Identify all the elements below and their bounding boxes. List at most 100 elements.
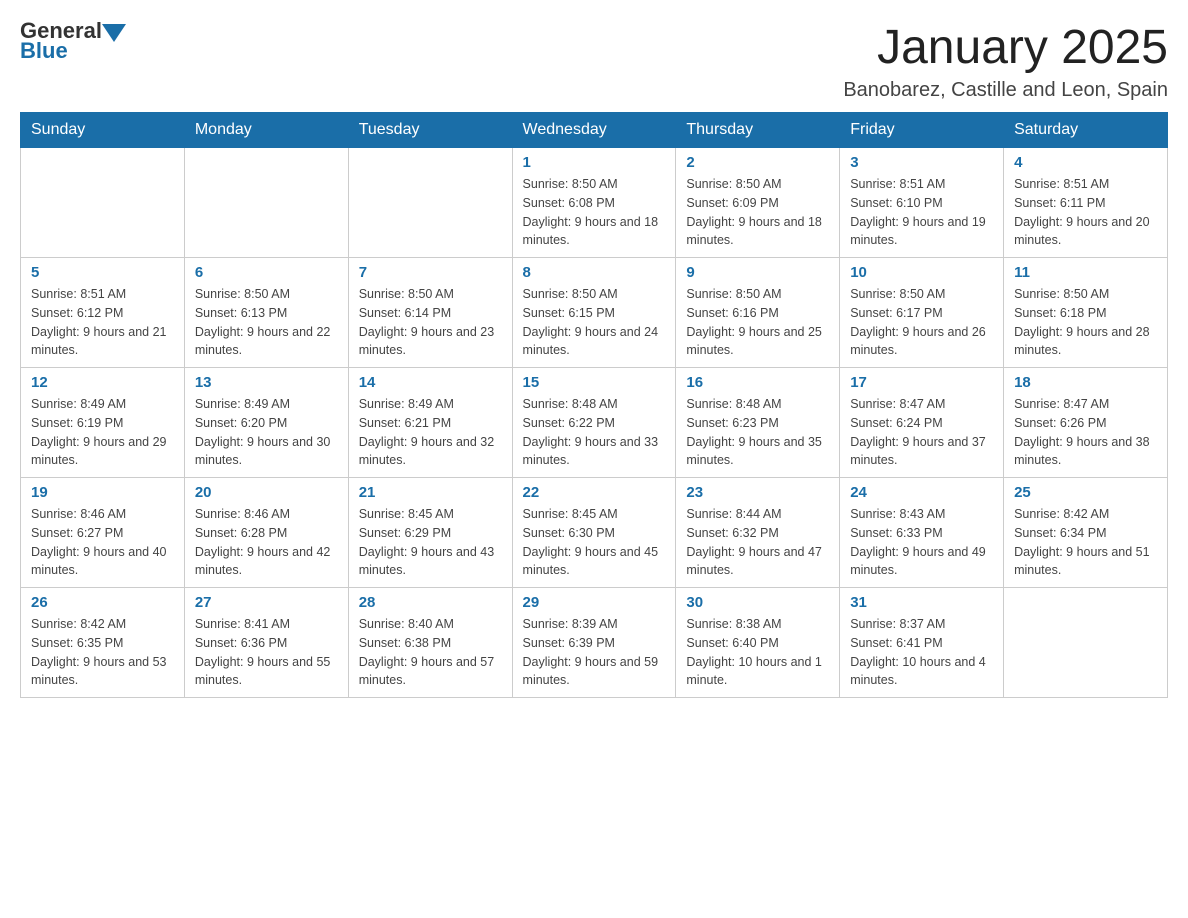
day-number: 6 bbox=[195, 264, 338, 281]
day-info: Sunrise: 8:50 AM Sunset: 6:08 PM Dayligh… bbox=[523, 175, 666, 250]
day-info: Sunrise: 8:48 AM Sunset: 6:23 PM Dayligh… bbox=[686, 395, 829, 470]
day-number: 29 bbox=[523, 594, 666, 611]
calendar-cell: 14 Sunrise: 8:49 AM Sunset: 6:21 PM Dayli… bbox=[348, 368, 512, 478]
day-number: 23 bbox=[686, 484, 829, 501]
day-number: 9 bbox=[686, 264, 829, 281]
day-number: 13 bbox=[195, 374, 338, 391]
calendar-cell bbox=[21, 148, 185, 258]
day-info: Sunrise: 8:47 AM Sunset: 6:26 PM Dayligh… bbox=[1014, 395, 1157, 470]
logo: General Blue bbox=[20, 20, 126, 62]
calendar-cell: 24 Sunrise: 8:43 AM Sunset: 6:33 PM Dayli… bbox=[840, 478, 1004, 588]
title-section: January 2025 Banobarez, Castille and Leo… bbox=[843, 20, 1168, 102]
day-number: 5 bbox=[31, 264, 174, 281]
calendar-cell: 4 Sunrise: 8:51 AM Sunset: 6:11 PM Daylig… bbox=[1004, 148, 1168, 258]
calendar-cell: 6 Sunrise: 8:50 AM Sunset: 6:13 PM Daylig… bbox=[184, 258, 348, 368]
header-day-thursday: Thursday bbox=[676, 113, 840, 148]
day-info: Sunrise: 8:50 AM Sunset: 6:17 PM Dayligh… bbox=[850, 285, 993, 360]
day-number: 20 bbox=[195, 484, 338, 501]
day-number: 31 bbox=[850, 594, 993, 611]
calendar-cell: 30 Sunrise: 8:38 AM Sunset: 6:40 PM Dayli… bbox=[676, 588, 840, 698]
day-number: 2 bbox=[686, 154, 829, 171]
header-row: SundayMondayTuesdayWednesdayThursdayFrid… bbox=[21, 113, 1168, 148]
week-row-1: 1 Sunrise: 8:50 AM Sunset: 6:08 PM Daylig… bbox=[21, 148, 1168, 258]
week-row-2: 5 Sunrise: 8:51 AM Sunset: 6:12 PM Daylig… bbox=[21, 258, 1168, 368]
day-number: 25 bbox=[1014, 484, 1157, 501]
calendar-cell: 12 Sunrise: 8:49 AM Sunset: 6:19 PM Dayli… bbox=[21, 368, 185, 478]
day-number: 24 bbox=[850, 484, 993, 501]
calendar-cell: 10 Sunrise: 8:50 AM Sunset: 6:17 PM Dayli… bbox=[840, 258, 1004, 368]
calendar-table: SundayMondayTuesdayWednesdayThursdayFrid… bbox=[20, 112, 1168, 698]
calendar-cell: 5 Sunrise: 8:51 AM Sunset: 6:12 PM Daylig… bbox=[21, 258, 185, 368]
day-number: 3 bbox=[850, 154, 993, 171]
week-row-3: 12 Sunrise: 8:49 AM Sunset: 6:19 PM Dayli… bbox=[21, 368, 1168, 478]
header-day-saturday: Saturday bbox=[1004, 113, 1168, 148]
day-number: 4 bbox=[1014, 154, 1157, 171]
calendar-cell: 17 Sunrise: 8:47 AM Sunset: 6:24 PM Dayli… bbox=[840, 368, 1004, 478]
day-info: Sunrise: 8:46 AM Sunset: 6:28 PM Dayligh… bbox=[195, 505, 338, 580]
calendar-cell: 21 Sunrise: 8:45 AM Sunset: 6:29 PM Dayli… bbox=[348, 478, 512, 588]
day-number: 15 bbox=[523, 374, 666, 391]
day-number: 22 bbox=[523, 484, 666, 501]
calendar-cell: 19 Sunrise: 8:46 AM Sunset: 6:27 PM Dayli… bbox=[21, 478, 185, 588]
day-info: Sunrise: 8:51 AM Sunset: 6:12 PM Dayligh… bbox=[31, 285, 174, 360]
day-info: Sunrise: 8:38 AM Sunset: 6:40 PM Dayligh… bbox=[686, 615, 829, 690]
day-info: Sunrise: 8:50 AM Sunset: 6:09 PM Dayligh… bbox=[686, 175, 829, 250]
header-day-friday: Friday bbox=[840, 113, 1004, 148]
logo-combined: General Blue bbox=[20, 20, 126, 62]
calendar-cell: 20 Sunrise: 8:46 AM Sunset: 6:28 PM Dayli… bbox=[184, 478, 348, 588]
day-info: Sunrise: 8:51 AM Sunset: 6:11 PM Dayligh… bbox=[1014, 175, 1157, 250]
calendar-cell bbox=[348, 148, 512, 258]
day-info: Sunrise: 8:37 AM Sunset: 6:41 PM Dayligh… bbox=[850, 615, 993, 690]
day-number: 8 bbox=[523, 264, 666, 281]
day-number: 30 bbox=[686, 594, 829, 611]
day-info: Sunrise: 8:51 AM Sunset: 6:10 PM Dayligh… bbox=[850, 175, 993, 250]
calendar-cell: 11Sunrise: 8:50 AM Sunset: 6:18 PM Dayli… bbox=[1004, 258, 1168, 368]
calendar-cell: 28Sunrise: 8:40 AM Sunset: 6:38 PM Dayli… bbox=[348, 588, 512, 698]
calendar-cell: 18 Sunrise: 8:47 AM Sunset: 6:26 PM Dayli… bbox=[1004, 368, 1168, 478]
calendar-title: January 2025 bbox=[843, 20, 1168, 75]
calendar-cell: 26Sunrise: 8:42 AM Sunset: 6:35 PM Dayli… bbox=[21, 588, 185, 698]
day-info: Sunrise: 8:42 AM Sunset: 6:35 PM Dayligh… bbox=[31, 615, 174, 690]
day-info: Sunrise: 8:41 AM Sunset: 6:36 PM Dayligh… bbox=[195, 615, 338, 690]
day-info: Sunrise: 8:49 AM Sunset: 6:21 PM Dayligh… bbox=[359, 395, 502, 470]
day-info: Sunrise: 8:45 AM Sunset: 6:30 PM Dayligh… bbox=[523, 505, 666, 580]
day-info: Sunrise: 8:50 AM Sunset: 6:14 PM Dayligh… bbox=[359, 285, 502, 360]
page-header: General Blue January 2025 Banobarez, Cas… bbox=[20, 20, 1168, 102]
day-info: Sunrise: 8:50 AM Sunset: 6:16 PM Dayligh… bbox=[686, 285, 829, 360]
calendar-cell: 1 Sunrise: 8:50 AM Sunset: 6:08 PM Daylig… bbox=[512, 148, 676, 258]
day-number: 1 bbox=[523, 154, 666, 171]
day-info: Sunrise: 8:49 AM Sunset: 6:20 PM Dayligh… bbox=[195, 395, 338, 470]
calendar-cell: 31 Sunrise: 8:37 AM Sunset: 6:41 PM Dayli… bbox=[840, 588, 1004, 698]
calendar-cell: 2 Sunrise: 8:50 AM Sunset: 6:09 PM Daylig… bbox=[676, 148, 840, 258]
day-info: Sunrise: 8:39 AM Sunset: 6:39 PM Dayligh… bbox=[523, 615, 666, 690]
header-day-monday: Monday bbox=[184, 113, 348, 148]
day-info: Sunrise: 8:49 AM Sunset: 6:19 PM Dayligh… bbox=[31, 395, 174, 470]
calendar-cell: 13 Sunrise: 8:49 AM Sunset: 6:20 PM Dayli… bbox=[184, 368, 348, 478]
calendar-cell: 3 Sunrise: 8:51 AM Sunset: 6:10 PM Daylig… bbox=[840, 148, 1004, 258]
day-info: Sunrise: 8:43 AM Sunset: 6:33 PM Dayligh… bbox=[850, 505, 993, 580]
header-day-sunday: Sunday bbox=[21, 113, 185, 148]
calendar-cell: 16 Sunrise: 8:48 AM Sunset: 6:23 PM Dayli… bbox=[676, 368, 840, 478]
day-info: Sunrise: 8:47 AM Sunset: 6:24 PM Dayligh… bbox=[850, 395, 993, 470]
day-number: 19 bbox=[31, 484, 174, 501]
day-info: Sunrise: 8:44 AM Sunset: 6:32 PM Dayligh… bbox=[686, 505, 829, 580]
calendar-cell bbox=[1004, 588, 1168, 698]
calendar-cell: 22 Sunrise: 8:45 AM Sunset: 6:30 PM Dayli… bbox=[512, 478, 676, 588]
day-info: Sunrise: 8:46 AM Sunset: 6:27 PM Dayligh… bbox=[31, 505, 174, 580]
day-info: Sunrise: 8:48 AM Sunset: 6:22 PM Dayligh… bbox=[523, 395, 666, 470]
day-info: Sunrise: 8:50 AM Sunset: 6:18 PM Dayligh… bbox=[1014, 285, 1157, 360]
calendar-subtitle: Banobarez, Castille and Leon, Spain bbox=[843, 79, 1168, 102]
day-number: 16 bbox=[686, 374, 829, 391]
calendar-cell: 9 Sunrise: 8:50 AM Sunset: 6:16 PM Daylig… bbox=[676, 258, 840, 368]
day-info: Sunrise: 8:50 AM Sunset: 6:13 PM Dayligh… bbox=[195, 285, 338, 360]
day-number: 14 bbox=[359, 374, 502, 391]
day-number: 12 bbox=[31, 374, 174, 391]
header-day-wednesday: Wednesday bbox=[512, 113, 676, 148]
day-number: 21 bbox=[359, 484, 502, 501]
day-number: 18 bbox=[1014, 374, 1157, 391]
day-number: 10 bbox=[850, 264, 993, 281]
day-number: 17 bbox=[850, 374, 993, 391]
day-info: Sunrise: 8:45 AM Sunset: 6:29 PM Dayligh… bbox=[359, 505, 502, 580]
calendar-cell bbox=[184, 148, 348, 258]
calendar-cell: 27Sunrise: 8:41 AM Sunset: 6:36 PM Dayli… bbox=[184, 588, 348, 698]
